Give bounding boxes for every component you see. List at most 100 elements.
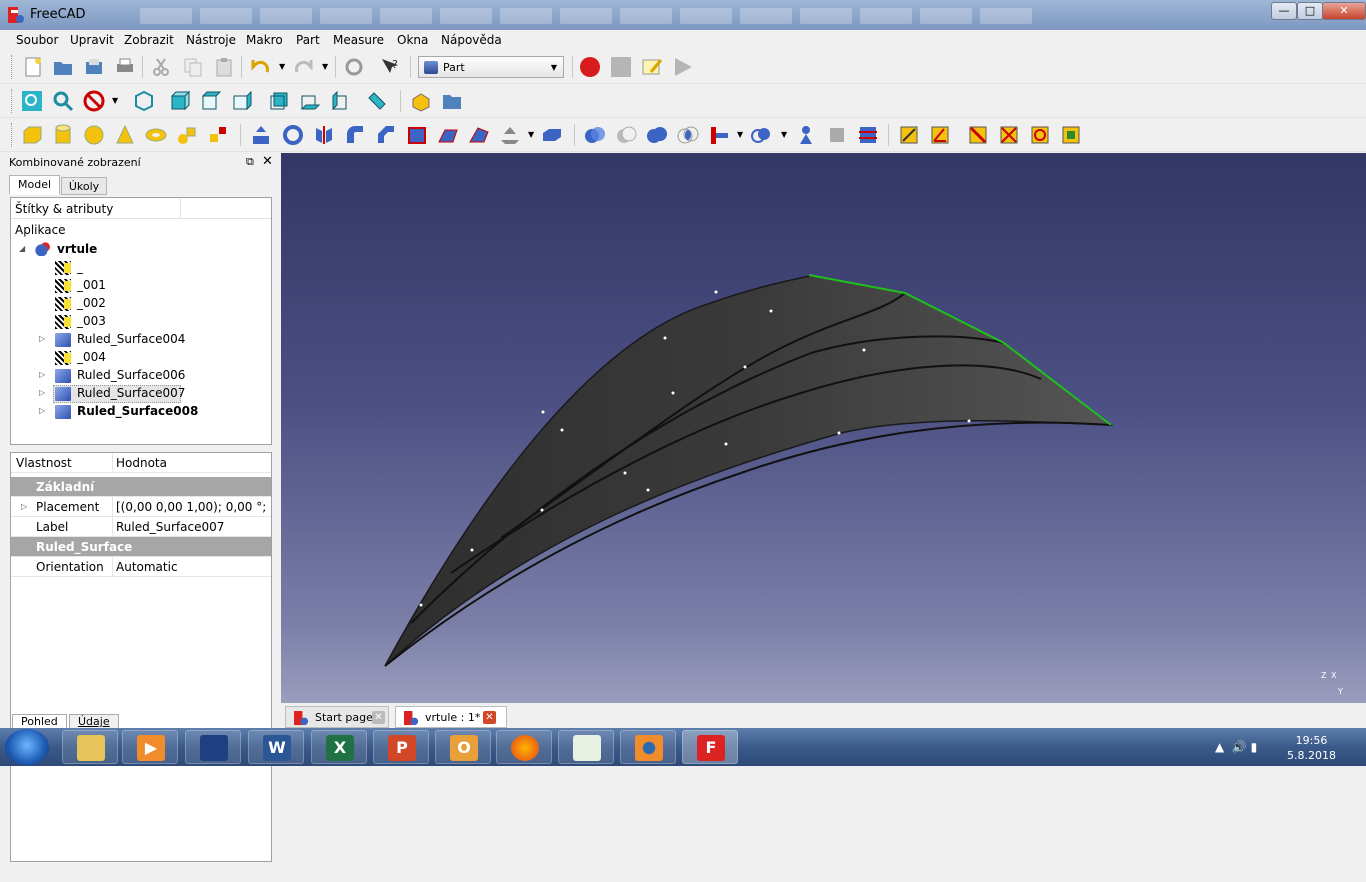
revolve-icon[interactable] bbox=[282, 124, 304, 146]
expand-arrow-icon[interactable]: ▷ bbox=[39, 334, 45, 343]
property-value[interactable]: Ruled_Surface007 bbox=[116, 520, 266, 534]
taskbar-outlook[interactable]: O bbox=[435, 730, 491, 764]
collapse-arrow-icon[interactable]: ◢ bbox=[19, 244, 25, 253]
taskbar-editor[interactable] bbox=[558, 730, 614, 764]
chamfer-icon[interactable] bbox=[375, 124, 397, 146]
torus-icon[interactable] bbox=[145, 124, 167, 146]
record-macro-icon[interactable] bbox=[579, 56, 601, 78]
property-row-placement[interactable]: ▷ Placement [(0,00 0,00 1,00); 0,00 °; (… bbox=[11, 497, 271, 517]
whats-this-icon[interactable]: ? bbox=[379, 56, 401, 78]
create-primitives-icon[interactable] bbox=[176, 124, 198, 146]
fillet-icon[interactable] bbox=[344, 124, 366, 146]
column-divider[interactable] bbox=[180, 198, 181, 219]
top-view-icon[interactable] bbox=[200, 90, 222, 112]
ruled-surface-icon[interactable] bbox=[437, 124, 459, 146]
taskbar-firefox[interactable] bbox=[496, 730, 552, 764]
column-divider[interactable] bbox=[112, 453, 113, 473]
left-view-icon[interactable] bbox=[330, 90, 352, 112]
taskbar-powerpoint[interactable]: P bbox=[373, 730, 429, 764]
close-tab-icon[interactable]: ✕ bbox=[483, 711, 496, 724]
menu-zobrazit[interactable]: Zobrazit bbox=[124, 33, 174, 47]
tree-item-ruled-surface004[interactable]: ▷ Ruled_Surface004 bbox=[11, 331, 271, 349]
right-view-icon[interactable] bbox=[231, 90, 253, 112]
box-icon[interactable] bbox=[21, 124, 43, 146]
chevron-down-icon[interactable]: ▼ bbox=[528, 130, 534, 139]
expand-arrow-icon[interactable]: ▷ bbox=[39, 370, 45, 379]
split-icon[interactable] bbox=[750, 124, 772, 146]
open-file-icon[interactable] bbox=[52, 56, 74, 78]
shape-builder-icon[interactable] bbox=[207, 124, 229, 146]
3d-viewport[interactable]: Z X Y bbox=[281, 153, 1366, 703]
boolean-icon[interactable] bbox=[584, 124, 606, 146]
tree-item-vrtule[interactable]: ◢ vrtule bbox=[11, 241, 271, 259]
taskbar-excel[interactable]: X bbox=[311, 730, 367, 764]
draw-style-icon[interactable] bbox=[83, 90, 105, 112]
chevron-down-icon[interactable]: ▼ bbox=[322, 62, 328, 71]
tree-item-sketch001[interactable]: _001 bbox=[11, 277, 271, 295]
taskbar-word[interactable]: W bbox=[248, 730, 304, 764]
tree-item-sketch[interactable]: _ bbox=[11, 259, 271, 277]
taskbar-freecad[interactable]: F bbox=[682, 730, 738, 764]
measure-clear-icon[interactable] bbox=[998, 124, 1020, 146]
tab-ukoly[interactable]: Úkoly bbox=[61, 177, 107, 195]
front-view-icon[interactable] bbox=[169, 90, 191, 112]
tree-item-ruled-surface006[interactable]: ▷ Ruled_Surface006 bbox=[11, 367, 271, 385]
expand-arrow-icon[interactable]: ▷ bbox=[39, 406, 45, 415]
taskbar-blender[interactable] bbox=[620, 730, 676, 764]
measure-linear-icon[interactable] bbox=[898, 124, 920, 146]
tree-item-ruled-surface008[interactable]: ▷ Ruled_Surface008 bbox=[11, 403, 271, 421]
compound-icon[interactable] bbox=[795, 124, 817, 146]
menu-okna[interactable]: Okna bbox=[397, 33, 428, 47]
cut-icon[interactable] bbox=[150, 56, 172, 78]
measure-angular-icon[interactable] bbox=[929, 124, 951, 146]
tree-item-sketch003[interactable]: _003 bbox=[11, 313, 271, 331]
common-icon[interactable] bbox=[677, 124, 699, 146]
expand-arrow-icon[interactable]: ▷ bbox=[21, 502, 27, 511]
property-row-orientation[interactable]: Orientation Automatic bbox=[11, 557, 271, 577]
taskbar-calculator[interactable] bbox=[185, 730, 241, 764]
fit-all-icon[interactable] bbox=[21, 90, 43, 112]
isometric-view-icon[interactable] bbox=[133, 90, 155, 112]
create-part-icon[interactable] bbox=[410, 90, 432, 112]
tree-item-sketch004[interactable]: _004 bbox=[11, 349, 271, 367]
redo-icon[interactable] bbox=[293, 56, 315, 78]
sphere-icon[interactable] bbox=[83, 124, 105, 146]
property-value[interactable]: [(0,00 0,00 1,00); 0,00 °; (0,... bbox=[116, 500, 266, 514]
tab-udaje[interactable]: Údaje bbox=[69, 714, 119, 729]
clock[interactable]: 19:56 5.8.2018 bbox=[1287, 733, 1336, 763]
cylinder-icon[interactable] bbox=[52, 124, 74, 146]
maximize-button[interactable]: □ bbox=[1297, 2, 1323, 20]
expand-arrow-icon[interactable]: ▷ bbox=[39, 388, 45, 397]
save-icon[interactable] bbox=[83, 56, 105, 78]
thickness-icon[interactable] bbox=[541, 124, 563, 146]
loft-icon[interactable] bbox=[468, 124, 490, 146]
fuse-icon[interactable] bbox=[646, 124, 668, 146]
tree-item-ruled-surface007[interactable]: ▷ Ruled_Surface007 bbox=[11, 385, 271, 403]
undo-icon[interactable] bbox=[249, 56, 271, 78]
tab-start-page[interactable]: Start page ✕ bbox=[285, 706, 389, 728]
chevron-down-icon[interactable]: ▼ bbox=[737, 130, 743, 139]
taskbar-explorer[interactable] bbox=[62, 730, 118, 764]
menu-napoveda[interactable]: Nápověda bbox=[441, 33, 502, 47]
paste-icon[interactable] bbox=[213, 56, 235, 78]
make-face-icon[interactable] bbox=[406, 124, 428, 146]
tab-model[interactable]: Model bbox=[9, 175, 60, 195]
menu-part[interactable]: Part bbox=[296, 33, 320, 47]
create-group-icon[interactable] bbox=[441, 90, 463, 112]
menu-measure[interactable]: Measure bbox=[333, 33, 384, 47]
menu-makro[interactable]: Makro bbox=[246, 33, 283, 47]
propeller-blade-surface[interactable] bbox=[281, 153, 1366, 703]
copy-icon[interactable] bbox=[182, 56, 204, 78]
refresh-icon[interactable] bbox=[343, 56, 365, 78]
taskbar-media-player[interactable]: ▶ bbox=[122, 730, 178, 764]
cut-boolean-icon[interactable] bbox=[615, 124, 637, 146]
new-file-icon[interactable] bbox=[22, 56, 44, 78]
chevron-down-icon[interactable]: ▼ bbox=[279, 62, 285, 71]
workbench-selector[interactable]: Part ▼ bbox=[418, 56, 564, 78]
menu-soubor[interactable]: Soubor bbox=[16, 33, 58, 47]
menu-nastroje[interactable]: Nástroje bbox=[186, 33, 236, 47]
measure-refresh-icon[interactable] bbox=[967, 124, 989, 146]
chevron-down-icon[interactable]: ▼ bbox=[112, 96, 118, 105]
print-icon[interactable] bbox=[114, 56, 136, 78]
measure-toggle-3d-icon[interactable] bbox=[1029, 124, 1051, 146]
